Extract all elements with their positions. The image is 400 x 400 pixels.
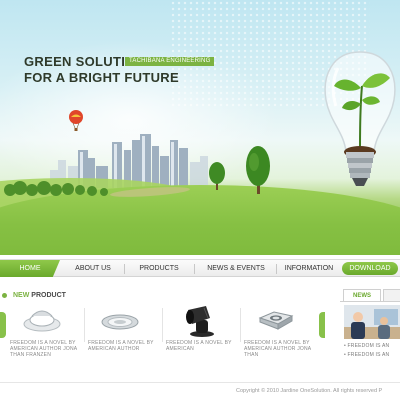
product-card[interactable]: FREEDOM IS A NOVEL BY AMERICAN AUTHOR JO…	[10, 302, 82, 376]
news-list-item[interactable]: • FREEDOM IS AN	[344, 352, 389, 358]
nav-information[interactable]: INFORMATION	[278, 260, 340, 277]
product-caption: FREEDOM IS A NOVEL BY AMERICAN AUTHOR JO…	[244, 340, 312, 358]
nav-divider	[276, 264, 277, 274]
small-tree-icon	[209, 162, 225, 190]
recessed-light-icon	[23, 310, 61, 332]
copyright-text: Copyright © 2010 Jardine OneSolution. Al…	[236, 388, 383, 394]
product-caption: FREEDOM IS A NOVEL BY AMERICAN AUTHOR	[88, 340, 154, 352]
news-item-text[interactable]: FREEDOM IS AN	[348, 343, 390, 349]
product-divider	[84, 308, 85, 342]
large-tree-icon	[246, 146, 270, 194]
news-photo[interactable]	[344, 305, 400, 339]
new-product-section: NEW PRODUCT FREEDOM IS A NOVEL BY AMERIC…	[0, 284, 330, 376]
downlight-icon	[101, 314, 139, 330]
product-card[interactable]: FREEDOM IS A NOVEL BY AMERICAN	[166, 302, 238, 376]
hero-banner: GREEN SOLUTION TACHIBANA ENGINEERING FOR…	[0, 0, 400, 255]
hero-title-line2: FOR A BRIGHT FUTURE	[24, 70, 179, 85]
nav-products[interactable]: PRODUCTS	[126, 260, 192, 277]
tab-events[interactable]	[383, 289, 400, 301]
next-arrow-button[interactable]	[319, 312, 325, 338]
prev-arrow-button[interactable]	[0, 312, 6, 338]
nav-home[interactable]: HOME	[0, 260, 60, 277]
product-card[interactable]: FREEDOM IS A NOVEL BY AMERICAN AUTHOR	[88, 302, 160, 376]
product-card[interactable]: FREEDOM IS A NOVEL BY AMERICAN AUTHOR JO…	[244, 302, 316, 376]
section-bullet-icon	[2, 293, 7, 298]
product-divider	[162, 308, 163, 342]
square-downlight-icon	[258, 311, 294, 330]
news-panel: NEWS • FREEDOM IS AN • FREEDOM IS AN	[340, 289, 400, 377]
footer-divider	[0, 382, 400, 383]
heading-rest: PRODUCT	[29, 292, 66, 299]
footer: Copyright © 2010 Jardine OneSolution. Al…	[0, 382, 400, 400]
light-bulb-sprout-icon	[324, 51, 396, 186]
nav-divider	[194, 264, 195, 274]
nav-news-events[interactable]: NEWS & EVENTS	[196, 260, 276, 277]
spotlight-icon	[186, 306, 214, 337]
product-caption: FREEDOM IS A NOVEL BY AMERICAN AUTHOR JO…	[10, 340, 78, 358]
heading-accent: NEW	[13, 292, 30, 299]
main-nav: HOME ABOUT US PRODUCTS NEWS & EVENTS INF…	[0, 259, 400, 277]
download-button[interactable]: DOWNLOAD	[342, 262, 398, 275]
new-product-heading: NEW PRODUCT	[13, 292, 66, 299]
tab-news[interactable]: NEWS	[343, 289, 381, 301]
hero-company-badge: TACHIBANA ENGINEERING	[125, 57, 215, 66]
hot-air-balloon-icon	[69, 110, 83, 131]
tree-line	[4, 181, 108, 196]
news-list-item[interactable]: • FREEDOM IS AN	[344, 343, 389, 349]
product-caption: FREEDOM IS A NOVEL BY AMERICAN	[166, 340, 232, 352]
nav-about-us[interactable]: ABOUT US	[64, 260, 122, 277]
news-item-text[interactable]: FREEDOM IS AN	[348, 352, 390, 358]
product-divider	[240, 308, 241, 342]
nav-divider	[124, 264, 125, 274]
tab-underline	[340, 301, 400, 302]
